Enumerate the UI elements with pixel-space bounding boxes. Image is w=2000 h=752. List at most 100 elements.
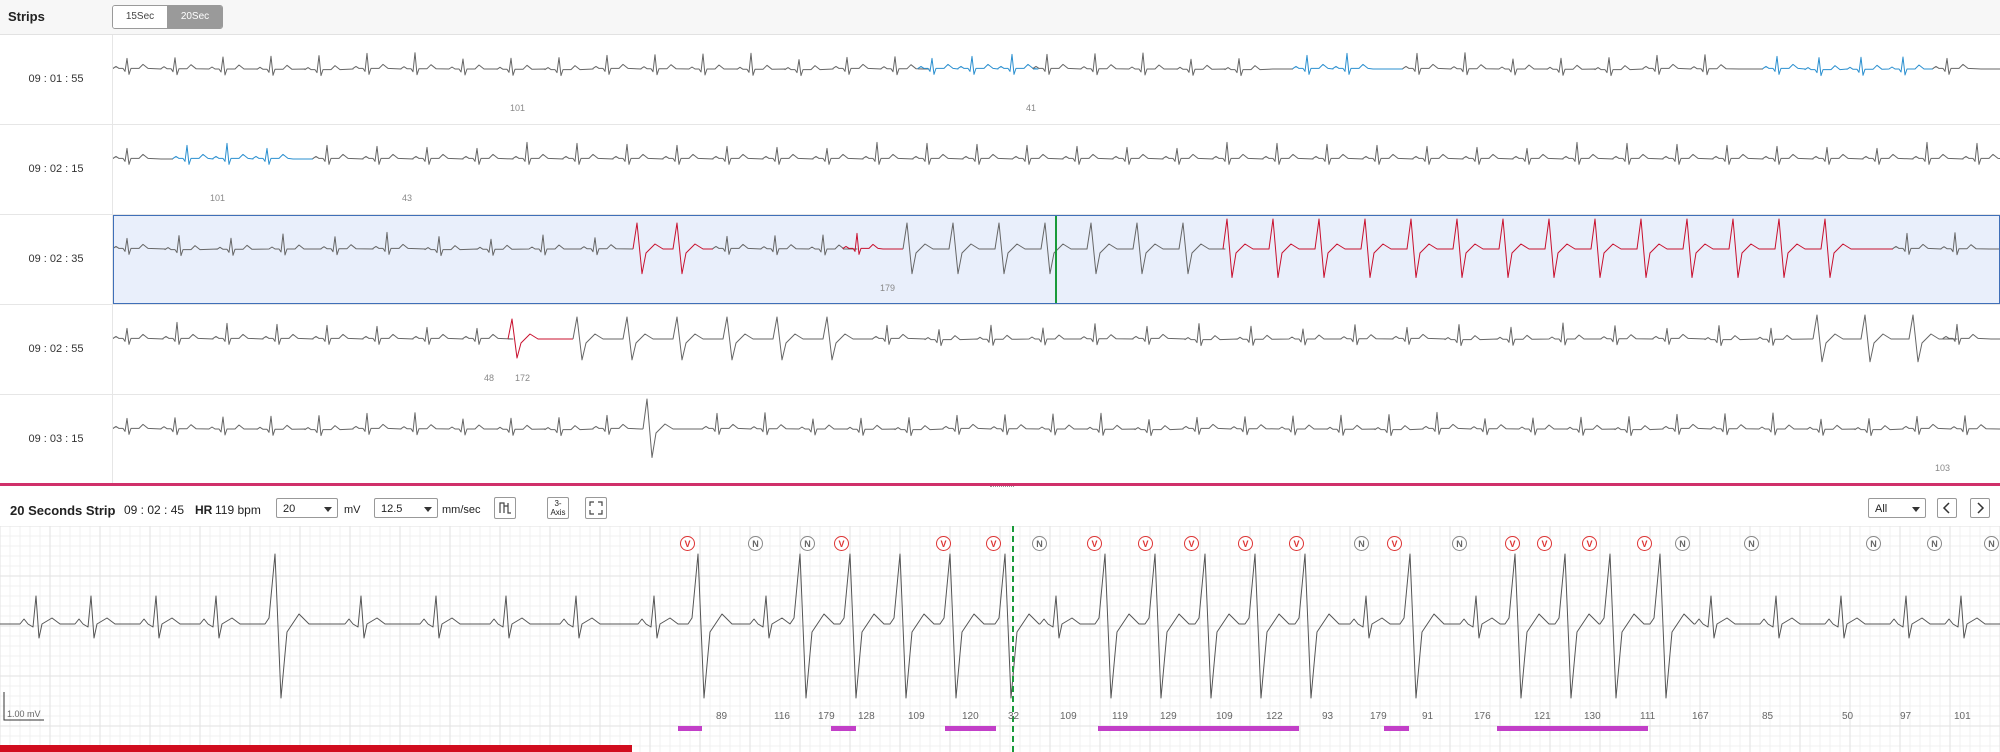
detail-toolbar: 20 Seconds Strip 09 : 02 : 45 HR 119 bpm… [0, 494, 2000, 524]
normal-beat-badge[interactable]: N [1744, 536, 1759, 551]
flagged-trace-segment [917, 53, 1039, 75]
trace-segment [1932, 57, 2000, 75]
strip-row[interactable]: 09 : 02 : 55 48 172 [0, 305, 2000, 395]
hr-value: 119 bpm [215, 503, 261, 517]
rr-interval-value: 121 [1534, 711, 1551, 722]
pvc-beat-badge[interactable]: V [1637, 536, 1652, 551]
flagged-trace-segment [172, 142, 313, 165]
trace-segment [902, 222, 1226, 275]
pvc-beat-badge[interactable]: V [1387, 536, 1402, 551]
ecg-trace[interactable] [113, 305, 2000, 394]
ecg-trace[interactable] [113, 395, 2000, 484]
pvc-beat-badge[interactable]: V [1087, 536, 1102, 551]
strip-row-selected[interactable]: 09 : 02 : 35 179 [0, 215, 2000, 305]
normal-beat-badge[interactable]: N [1032, 536, 1047, 551]
trace-segment [113, 231, 634, 257]
pvc-trace-segment [842, 232, 903, 255]
rr-interval-value: 130 [1584, 711, 1601, 722]
pvc-run-marker[interactable] [945, 726, 996, 731]
prev-button[interactable] [1937, 498, 1957, 518]
normal-beat-badge[interactable]: N [748, 536, 763, 551]
15sec-button[interactable]: 15Sec [113, 6, 168, 28]
strip-length-toggle: 15Sec 20Sec [112, 5, 223, 29]
resize-handle[interactable] [990, 486, 1014, 490]
trace-segment [312, 141, 1014, 165]
beat-filter-select[interactable]: All [1868, 498, 1926, 518]
pvc-beat-badge[interactable]: V [1537, 536, 1552, 551]
normal-beat-badge[interactable]: N [1984, 536, 1999, 551]
trace-segment [712, 234, 858, 256]
strip-row[interactable]: 09 : 03 : 15 103 [0, 395, 2000, 485]
rr-interval-value: 101 [1954, 711, 1971, 722]
trace-segment [1032, 52, 1293, 77]
pvc-beat-badge[interactable]: V [1582, 536, 1597, 551]
caliper-icon [499, 502, 511, 514]
pvc-beat-badge[interactable]: V [1184, 536, 1199, 551]
ecg-trace[interactable] [113, 35, 2000, 124]
beat-number: 41 [1026, 103, 1037, 113]
rr-interval-value: 32 [1008, 711, 1020, 722]
detail-strip[interactable]: V N N V V V N V V V V V N V N V V V V N N N N N 89 116 179 128 109 1… [0, 526, 2000, 752]
pvc-run-marker[interactable] [1098, 726, 1299, 731]
pvc-run-marker[interactable] [1384, 726, 1409, 731]
rr-interval-value: 93 [1322, 711, 1334, 722]
pvc-trace-segment [1222, 218, 1893, 278]
pvc-run-marker[interactable] [831, 726, 856, 731]
beat-number: 172 [515, 373, 531, 383]
trace-segment [1942, 323, 2000, 345]
beat-filter-value: All [1875, 503, 1888, 515]
pvc-beat-badge[interactable]: V [1289, 536, 1304, 551]
scale-label: 1.00 mV [7, 709, 41, 719]
strip-list: 09 : 01 : 55 101 41 09 : 02 : 15 101 43 … [0, 35, 2000, 485]
rr-interval-value: 97 [1900, 711, 1912, 722]
expand-icon [589, 501, 603, 515]
pvc-beat-badge[interactable]: V [986, 536, 1001, 551]
strip-row[interactable]: 09 : 01 : 55 101 41 [0, 35, 2000, 125]
trace-segment [642, 398, 703, 458]
rr-interval-value: 119 [1112, 711, 1128, 722]
pvc-beat-badge[interactable]: V [1138, 536, 1153, 551]
pvc-beat-badge[interactable]: V [1505, 536, 1520, 551]
normal-beat-badge[interactable]: N [800, 536, 815, 551]
speed-select[interactable]: 12.5 [374, 498, 438, 518]
strip-row[interactable]: 09 : 02 : 15 101 43 [0, 125, 2000, 215]
20sec-button[interactable]: 20Sec [168, 6, 222, 28]
trace-segment [1892, 232, 2000, 256]
pvc-beat-badge[interactable]: V [936, 536, 951, 551]
strips-title: Strips [8, 9, 45, 24]
chevron-left-icon [1942, 502, 1950, 514]
event-bar[interactable] [0, 745, 632, 752]
trace-segment [872, 322, 1813, 347]
pvc-trace-segment [507, 318, 573, 359]
pvc-trace-segment [632, 222, 713, 275]
normal-beat-badge[interactable]: N [1354, 536, 1369, 551]
pvc-beat-badge[interactable]: V [1238, 536, 1253, 551]
ecg-trace[interactable] [113, 215, 2000, 304]
pvc-run-marker[interactable] [1497, 726, 1648, 731]
rr-interval-value: 167 [1692, 711, 1709, 722]
chevron-down-icon [1912, 507, 1920, 512]
chevron-down-icon [324, 507, 332, 512]
next-button[interactable] [1970, 498, 1990, 518]
pvc-beat-badge[interactable]: V [680, 536, 695, 551]
normal-beat-badge[interactable]: N [1866, 536, 1881, 551]
trace-segment [1402, 52, 1763, 77]
3-axis-button[interactable]: 3-Axis [547, 497, 569, 519]
caliper-button[interactable] [494, 497, 516, 519]
pvc-run-marker[interactable] [678, 726, 702, 731]
pvc-beat-badge[interactable]: V [834, 536, 849, 551]
rr-interval-value: 116 [774, 711, 790, 722]
ecg-trace[interactable] [113, 125, 2000, 214]
normal-beat-badge[interactable]: N [1927, 536, 1942, 551]
rr-interval-value: 111 [1640, 711, 1656, 722]
gain-unit: mV [344, 504, 361, 516]
flagged-trace-segment [1762, 55, 1933, 77]
rr-interval-value: 85 [1762, 711, 1774, 722]
detail-trace-path [0, 553, 2000, 699]
rr-interval-value: 176 [1474, 711, 1491, 722]
rr-interval-value: 50 [1842, 711, 1854, 722]
normal-beat-badge[interactable]: N [1452, 536, 1467, 551]
normal-beat-badge[interactable]: N [1675, 536, 1690, 551]
gain-select[interactable]: 20 [276, 498, 338, 518]
fit-button[interactable] [585, 497, 607, 519]
